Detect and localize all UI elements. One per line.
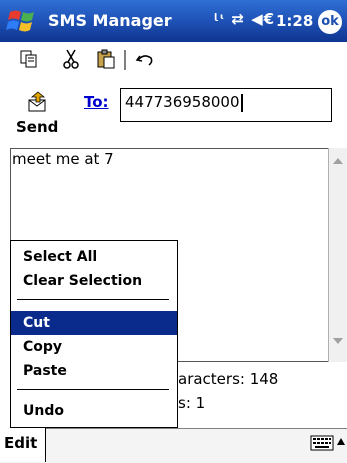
title-bar: SMS Manager ᶩᶥ ⇄ ◀€ 1:28 ok [0, 0, 347, 42]
to-field[interactable]: 447736958000 [120, 88, 332, 122]
input-panel-arrow-icon[interactable] [337, 438, 345, 445]
scroll-down-icon[interactable] [333, 338, 343, 344]
scroll-up-icon[interactable] [333, 158, 343, 164]
ok-button[interactable]: ok [318, 10, 342, 34]
menu-separator [17, 299, 169, 300]
to-field-value: 447736958000 [125, 93, 240, 111]
edit-menu-button[interactable]: Edit [0, 428, 46, 462]
message-parts-count: s: 1 [178, 394, 206, 412]
cut-icon[interactable] [60, 48, 82, 70]
send-icon[interactable] [26, 90, 50, 114]
undo-icon[interactable] [134, 48, 156, 70]
message-text: meet me at 7 [12, 150, 114, 168]
menu-separator [17, 389, 169, 390]
character-count: aracters: 148 [178, 370, 279, 388]
text-caret [240, 93, 243, 112]
menu-item-undo[interactable]: Undo [11, 399, 177, 423]
edit-menu: Select All Clear Selection Cut Copy Past… [10, 240, 178, 428]
to-link[interactable]: To: [84, 93, 109, 111]
keyboard-icon[interactable] [310, 434, 334, 452]
toolbar-separator [124, 50, 127, 70]
app-title: SMS Manager [48, 11, 172, 30]
menu-item-copy[interactable]: Copy [11, 335, 177, 359]
bottom-bar [0, 428, 347, 463]
send-button[interactable]: Send [16, 118, 58, 136]
menu-item-cut[interactable]: Cut [11, 311, 177, 335]
paste-icon[interactable] [95, 48, 117, 70]
message-scrollbar[interactable] [328, 148, 347, 362]
menu-item-clear-selection[interactable]: Clear Selection [11, 269, 177, 293]
menu-item-paste[interactable]: Paste [11, 359, 177, 383]
clock[interactable]: 1:28 [276, 12, 313, 30]
copy-icon[interactable] [18, 48, 40, 70]
windows-start-icon[interactable] [6, 6, 40, 36]
toolbar [0, 42, 347, 76]
status-icons[interactable]: ᶩᶥ ⇄ ◀€ [214, 10, 275, 28]
menu-item-select-all[interactable]: Select All [11, 245, 177, 269]
